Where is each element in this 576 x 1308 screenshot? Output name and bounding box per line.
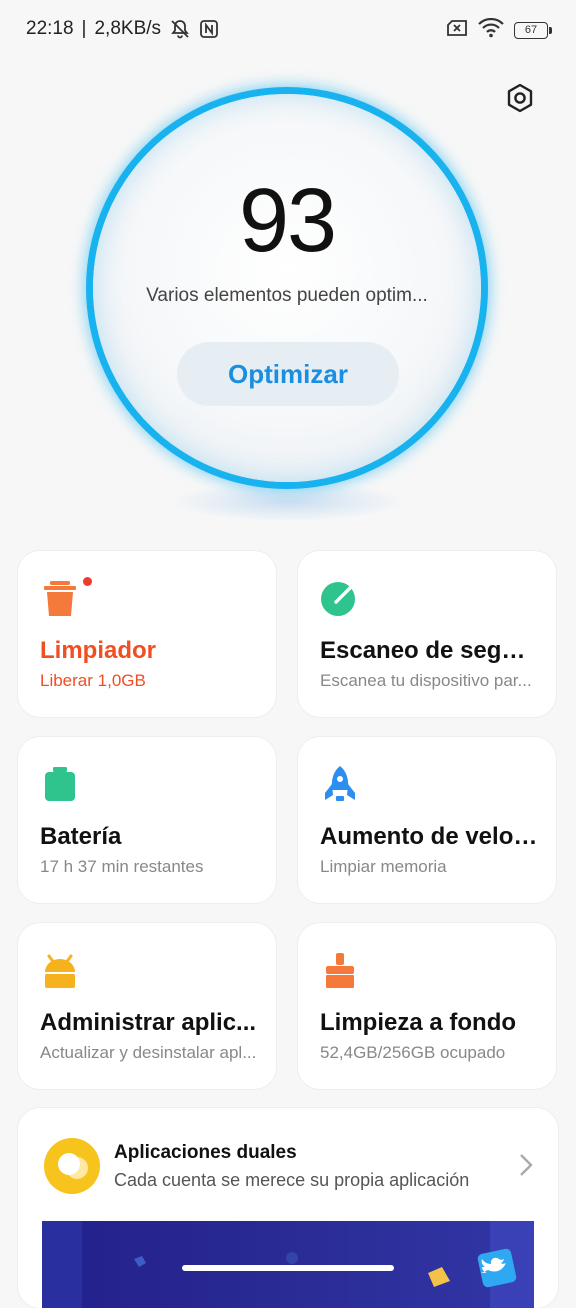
no-sim-icon [446,19,468,42]
status-bar: 22:18 | 2,8KB/s 67 [0,0,576,58]
card-title: Batería [40,823,122,850]
card-speed-boost[interactable]: Aumento de veloc... Limpiar memoria [298,737,556,903]
settings-button[interactable] [502,82,538,118]
status-left: 22:18 | 2,8KB/s [26,18,219,40]
card-subtitle: Actualizar y desinstalar apl... [40,1043,257,1062]
trash-icon [40,579,80,619]
card-subtitle: Escanea tu dispositivo par... [320,671,532,690]
card-title: Administrar aplic... [40,1009,257,1036]
battery-indicator: 67 [514,22,552,39]
dual-apps-icon [44,1138,100,1194]
notification-dot [83,577,92,586]
card-title: Limpiador [40,637,157,664]
nfc-icon [199,19,219,39]
clock: 22:18 [26,18,74,39]
status-right: 67 [446,17,552,43]
score-subtitle: Varios elementos pueden optim... [146,285,428,306]
battery-icon [40,765,80,805]
card-security-scan[interactable]: Escaneo de segur... Escanea tu dispositi… [298,551,556,717]
brush-icon [320,951,360,991]
card-battery[interactable]: Batería 17 h 37 min restantes [18,737,276,903]
dual-apps-title: Aplicaciones duales [114,1142,297,1163]
rocket-icon [320,765,360,805]
score-ring: 93 Varios elementos pueden optim... Opti… [93,94,481,482]
card-subtitle: 52,4GB/256GB ocupado [320,1043,506,1062]
status-separator: | [81,18,87,39]
card-subtitle: Limpiar memoria [320,857,447,876]
card-title: Limpieza a fondo [320,1009,517,1036]
gear-icon [504,82,536,119]
home-indicator[interactable] [182,1265,394,1271]
wifi-icon [478,17,504,43]
card-manage-apps[interactable]: Administrar aplic... Actualizar y desins… [18,923,276,1089]
card-title: Escaneo de segur... [320,637,540,664]
card-cleaner[interactable]: Limpiador Liberar 1,0GB [18,551,276,717]
android-app-icon [40,951,80,991]
network-speed: 2,8KB/s [94,18,162,39]
card-title: Aumento de veloc... [320,823,540,850]
dual-apps-subtitle: Cada cuenta se merece su propia aplicaci… [114,1170,470,1190]
card-deep-clean[interactable]: Limpieza a fondo 52,4GB/256GB ocupado [298,923,556,1089]
card-subtitle: Liberar 1,0GB [40,671,146,690]
muted-bell-icon [169,18,191,40]
security-score: 93 [238,171,337,271]
dual-apps-card[interactable]: Aplicaciones duales Cada cuenta se merec… [18,1108,558,1308]
card-subtitle: 17 h 37 min restantes [40,857,204,876]
chevron-right-icon [516,1152,536,1178]
optimize-button[interactable]: Optimizar [177,342,399,406]
score-glow [170,482,406,522]
shield-scan-icon [320,579,360,619]
